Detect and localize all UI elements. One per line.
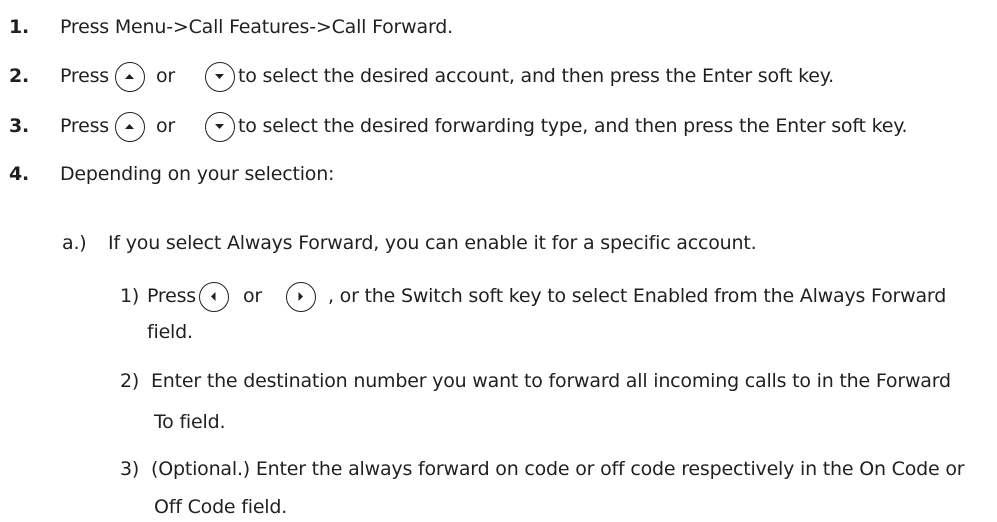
sub-item-text: Enter the destination number you want to… bbox=[151, 370, 951, 392]
sub-item-number: 3) bbox=[120, 458, 140, 480]
down-arrow-key-icon bbox=[205, 112, 235, 142]
sub-item-text: (Optional.) Enter the always forward on … bbox=[151, 458, 965, 480]
sub-item-text-cont: To field. bbox=[154, 411, 226, 433]
sub-step-label: a.) bbox=[62, 232, 87, 254]
step-text-pre: Press bbox=[60, 65, 110, 87]
up-arrow-key-icon bbox=[115, 62, 145, 92]
step-or: or bbox=[156, 115, 176, 137]
sub-item-text-cont: field. bbox=[147, 321, 193, 343]
sub-item-number: 1) bbox=[120, 285, 140, 307]
step-text: Depending on your selection: bbox=[60, 163, 335, 185]
step-text-post: to select the desired account, and then … bbox=[238, 65, 834, 87]
step-or: or bbox=[156, 65, 176, 87]
step-number: 3. bbox=[9, 115, 30, 137]
step-text-pre: Press bbox=[60, 115, 110, 137]
right-arrow-key-icon bbox=[286, 282, 316, 312]
step-number: 4. bbox=[9, 163, 30, 185]
step-number: 2. bbox=[9, 65, 30, 87]
step-text-post: to select the desired forwarding type, a… bbox=[238, 115, 908, 137]
down-arrow-key-icon bbox=[205, 62, 235, 92]
sub-item-text-post: , or the Switch soft key to select Enabl… bbox=[328, 285, 947, 307]
up-arrow-key-icon bbox=[115, 112, 145, 142]
sub-item-number: 2) bbox=[120, 370, 140, 392]
sub-step-text: If you select Always Forward, you can en… bbox=[108, 232, 757, 254]
left-arrow-key-icon bbox=[199, 282, 229, 312]
step-text: Press Menu->Call Features->Call Forward. bbox=[60, 16, 453, 38]
sub-item-text-cont: Off Code field. bbox=[154, 496, 288, 518]
sub-item-or: or bbox=[243, 285, 263, 307]
step-number: 1. bbox=[9, 16, 30, 38]
sub-item-text-pre: Press bbox=[147, 285, 197, 307]
